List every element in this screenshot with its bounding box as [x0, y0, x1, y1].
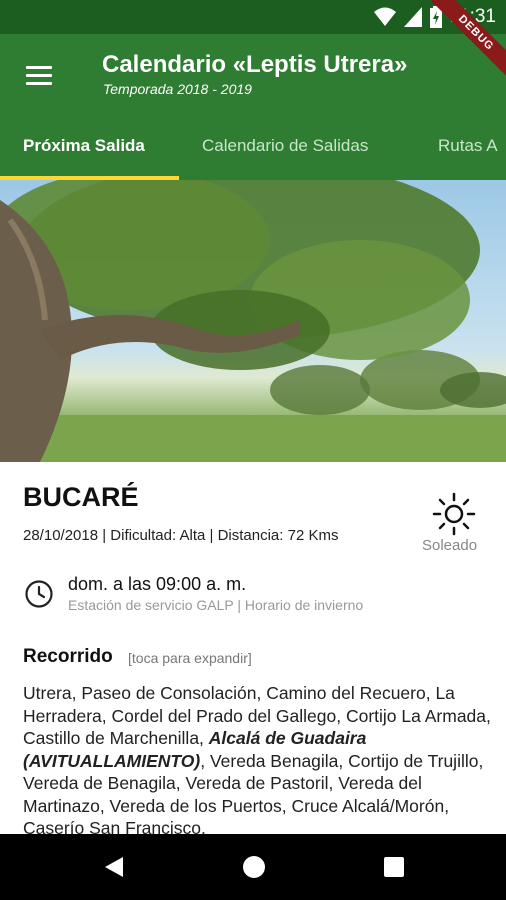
tab-rutas[interactable]: Rutas A — [438, 136, 498, 156]
navigation-bar — [0, 834, 506, 900]
sun-icon — [432, 492, 476, 536]
debug-ribbon: DEBUG — [427, 0, 506, 80]
tab-calendario-salidas[interactable]: Calendario de Salidas — [202, 136, 368, 156]
recorrido-text[interactable]: Utrera, Paseo de Consolación, Camino del… — [23, 682, 493, 834]
menu-icon[interactable] — [26, 66, 52, 86]
tab-bar: Próxima Salida Calendario de Salidas Rut… — [0, 124, 506, 180]
recents-icon[interactable] — [383, 856, 405, 878]
recorrido-title[interactable]: Recorrido — [23, 646, 113, 668]
app-title: Calendario «Leptis Utrera» — [102, 51, 408, 78]
landscape-illustration — [0, 180, 506, 462]
tab-proxima-salida[interactable]: Próxima Salida — [23, 136, 145, 156]
hero-image — [0, 180, 506, 462]
departure-time: dom. a las 09:00 a. m. — [68, 574, 247, 594]
debug-banner: DEBUG — [426, 0, 506, 80]
app-subtitle: Temporada 2018 - 2019 — [103, 81, 252, 97]
route-details[interactable]: BUCARÉ 28/10/2018 | Dificultad: Alta | D… — [0, 462, 506, 834]
route-meta: 28/10/2018 | Dificultad: Alta | Distanci… — [23, 527, 339, 544]
clock-icon — [25, 580, 53, 608]
weather-label: Soleado — [422, 537, 478, 554]
home-icon[interactable] — [242, 855, 266, 879]
wifi-icon — [373, 7, 396, 26]
route-name: BUCARÉ — [23, 482, 139, 512]
meeting-point: Estación de servicio GALP | Horario de i… — [68, 597, 364, 613]
recorrido-hint[interactable]: [toca para expandir] — [128, 650, 252, 666]
cell-signal-icon — [403, 7, 422, 27]
back-icon[interactable] — [103, 855, 125, 879]
